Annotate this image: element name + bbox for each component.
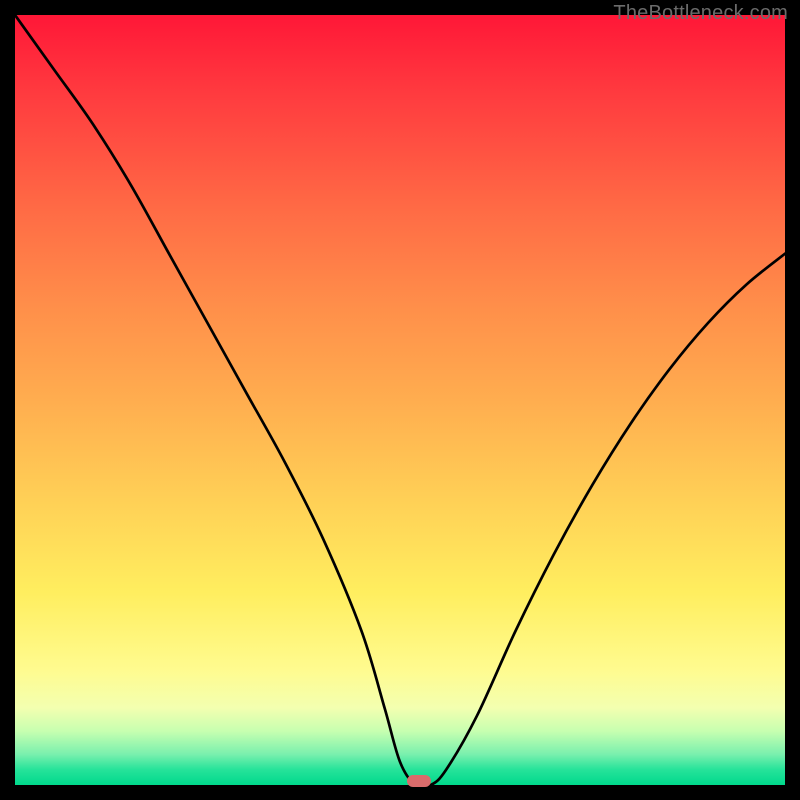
chart-stage: TheBottleneck.com xyxy=(0,0,800,800)
watermark-text: TheBottleneck.com xyxy=(613,2,788,25)
min-marker xyxy=(407,775,431,787)
plot-area xyxy=(15,15,785,785)
bottleneck-curve xyxy=(15,15,785,785)
